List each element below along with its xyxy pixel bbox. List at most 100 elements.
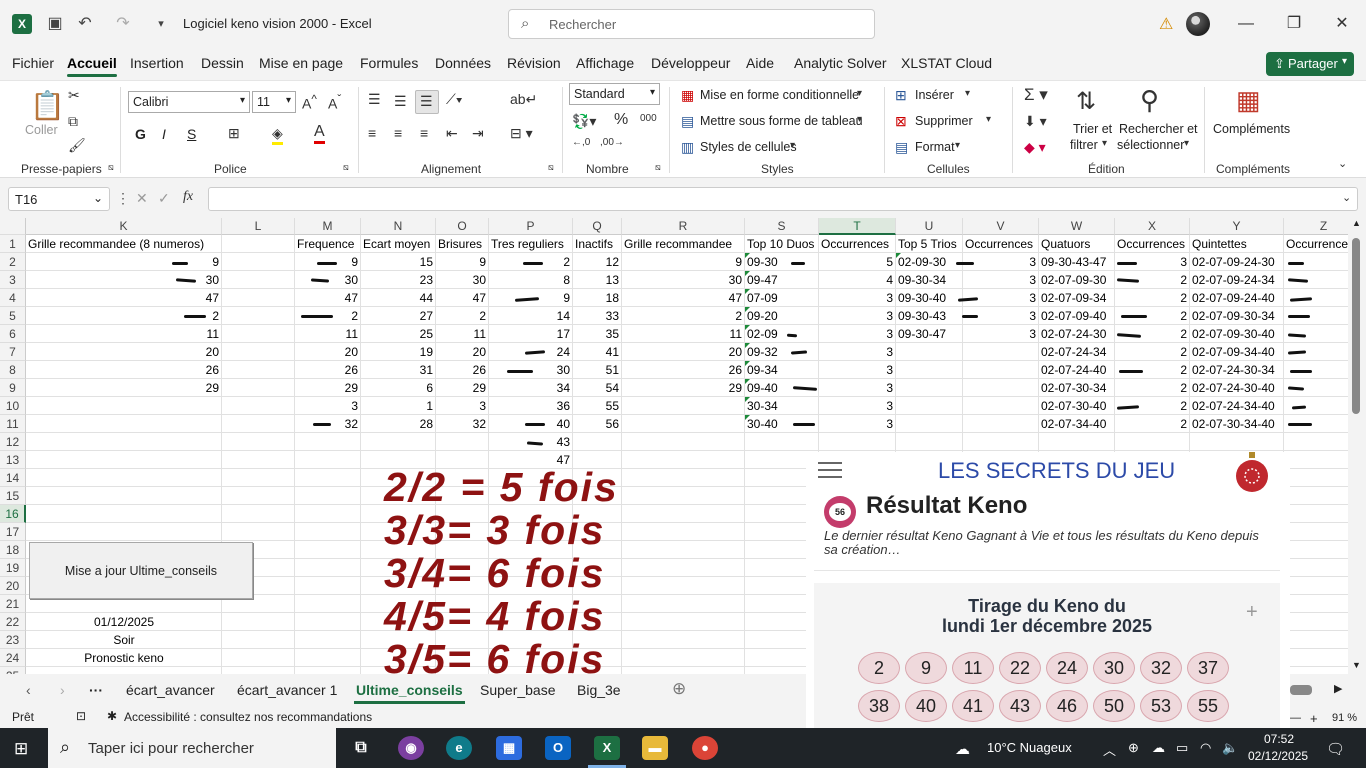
expand-plus-icon[interactable]: + (1246, 601, 1258, 624)
row-header-12[interactable]: 12 (0, 433, 26, 451)
table-cell[interactable]: 3 (963, 271, 1039, 289)
outlook-icon[interactable]: O (545, 736, 571, 760)
network-icon[interactable]: ⊕ (1128, 740, 1139, 756)
tab-developpeur[interactable]: Développeur (651, 55, 730, 71)
column-header-n[interactable]: N (361, 218, 436, 235)
zoom-in-icon[interactable]: + (1310, 711, 1318, 726)
firefox-icon[interactable]: ◉ (398, 736, 424, 760)
increase-decimal-icon[interactable]: ←,0 (572, 137, 590, 148)
align-center-icon[interactable]: ≡ (394, 125, 402, 141)
table-cell[interactable]: 09-30-47 (896, 325, 963, 343)
table-cell[interactable]: 54 (573, 379, 622, 397)
font-color-icon[interactable]: A (314, 123, 325, 144)
table-cell[interactable]: 5 (819, 253, 896, 271)
table-cell[interactable]: 11 (295, 325, 361, 343)
decrease-indent-icon[interactable]: ⇤ (446, 125, 458, 142)
sheet-tab-big-3e[interactable]: Big_3e (577, 682, 621, 698)
table-cell[interactable]: 41 (573, 343, 622, 361)
table-cell[interactable]: 09-32 (745, 343, 819, 361)
table-cell[interactable]: 11 (436, 325, 489, 343)
increase-font-icon[interactable]: A^ (302, 93, 317, 112)
row-header-21[interactable]: 21 (0, 595, 26, 613)
column-header-w[interactable]: W (1039, 218, 1115, 235)
table-cell[interactable]: 20 (622, 343, 745, 361)
table-cell[interactable]: 11 (26, 325, 222, 343)
column-header-s[interactable]: S (745, 218, 819, 235)
borders-icon[interactable]: ⊞ (228, 125, 240, 142)
insert-function-icon[interactable]: fx (183, 189, 193, 205)
row-header-6[interactable]: 6 (0, 325, 26, 343)
store-icon[interactable]: ▦ (496, 736, 522, 760)
table-cell[interactable]: 26 (295, 361, 361, 379)
notifications-icon[interactable]: 🗨 (1326, 740, 1345, 758)
table-cell[interactable]: 2 (622, 307, 745, 325)
find-select-label-1[interactable]: Rechercher et (1119, 122, 1198, 136)
row-header-24[interactable]: 24 (0, 649, 26, 667)
sort-filter-label-1[interactable]: Trier et (1073, 122, 1112, 136)
table-cell[interactable]: 30 (436, 271, 489, 289)
tab-mise-en-page[interactable]: Mise en page (259, 55, 343, 71)
edge-icon[interactable]: e (446, 736, 472, 760)
table-cell[interactable]: 20 (26, 343, 222, 361)
row-header-23[interactable]: 23 (0, 631, 26, 649)
table-cell[interactable]: 02-09-30 (896, 253, 963, 271)
weather-text[interactable]: 10°C Nuageux (987, 740, 1072, 755)
scrollbar-thumb[interactable] (1352, 238, 1360, 414)
table-cell[interactable]: 02-07-24-40 (1039, 361, 1115, 379)
column-header-x[interactable]: X (1115, 218, 1190, 235)
row-header-16[interactable]: 16 (0, 505, 26, 523)
table-cell[interactable]: 26 (26, 361, 222, 379)
tab-affichage[interactable]: Affichage (576, 55, 634, 71)
clock-date[interactable]: 02/12/2025 (1248, 749, 1308, 763)
table-cell[interactable]: 29 (622, 379, 745, 397)
table-cell[interactable]: 02-07-30-34 (1039, 379, 1115, 397)
warning-icon[interactable]: ⚠ (1159, 14, 1173, 34)
table-cell[interactable]: 25 (361, 325, 436, 343)
share-button[interactable]: ⇪ Partager ▾ (1266, 52, 1354, 76)
table-cell[interactable]: 09-30-43 (896, 307, 963, 325)
row-header-3[interactable]: 3 (0, 271, 26, 289)
table-cell[interactable]: 29 (26, 379, 222, 397)
table-cell[interactable]: 8 (489, 271, 573, 289)
table-cell[interactable]: 20 (295, 343, 361, 361)
table-cell[interactable]: 6 (361, 379, 436, 397)
vertical-scrollbar[interactable]: ▲ ▼ (1348, 218, 1366, 674)
table-cell[interactable]: 3 (819, 415, 896, 433)
table-cell[interactable]: 09-34 (745, 361, 819, 379)
maximize-button[interactable]: ❐ (1282, 12, 1306, 36)
task-view-icon[interactable]: ⧉ (348, 736, 374, 760)
merge-center-icon[interactable]: ⊟ ▾ (510, 125, 533, 142)
column-header-k[interactable]: K (26, 218, 222, 235)
table-cell[interactable]: 09-20 (745, 307, 819, 325)
table-cell[interactable]: 2 (436, 307, 489, 325)
search-input[interactable]: ⌕ Rechercher (508, 9, 875, 39)
column-header-z[interactable]: Z (1284, 218, 1348, 235)
table-cell[interactable]: 02-07-09-34-40 (1190, 343, 1284, 361)
table-cell[interactable]: 51 (573, 361, 622, 379)
cut-icon[interactable]: ✂ (68, 87, 80, 104)
scroll-right-icon[interactable]: ▶ (1334, 682, 1342, 695)
find-select-label-2[interactable]: sélectionner (1117, 138, 1184, 152)
row-header-19[interactable]: 19 (0, 559, 26, 577)
expand-formula-icon[interactable]: ⌄ (1342, 191, 1351, 204)
row-header-9[interactable]: 9 (0, 379, 26, 397)
format-painter-icon[interactable]: 🖌 (68, 137, 86, 154)
more-sheets-icon[interactable]: ··· (89, 682, 103, 698)
table-cell[interactable]: 02-07-09-24-34 (1190, 271, 1284, 289)
column-header-o[interactable]: O (436, 218, 489, 235)
table-cell[interactable]: 1 (361, 397, 436, 415)
table-cell[interactable]: 27 (361, 307, 436, 325)
format-button[interactable]: Format (915, 140, 955, 154)
table-cell[interactable]: 02-07-09-30-40 (1190, 325, 1284, 343)
paste-icon[interactable]: 📋 (30, 89, 65, 122)
sheet-tab-super-base[interactable]: Super_base (480, 682, 556, 698)
zoom-slider[interactable]: — (1290, 712, 1301, 724)
sort-filter-label-2[interactable]: filtrer (1070, 138, 1098, 152)
onedrive-icon[interactable]: ☁ (1152, 740, 1165, 756)
table-cell[interactable]: 02-07-24-30-34 (1190, 361, 1284, 379)
table-cell[interactable]: 3 (819, 379, 896, 397)
format-as-table-button[interactable]: Mettre sous forme de tableau (700, 114, 863, 128)
row-header-8[interactable]: 8 (0, 361, 26, 379)
table-cell[interactable]: 9 (436, 253, 489, 271)
dialog-launcher-icon[interactable]: ⧅ (548, 162, 554, 173)
